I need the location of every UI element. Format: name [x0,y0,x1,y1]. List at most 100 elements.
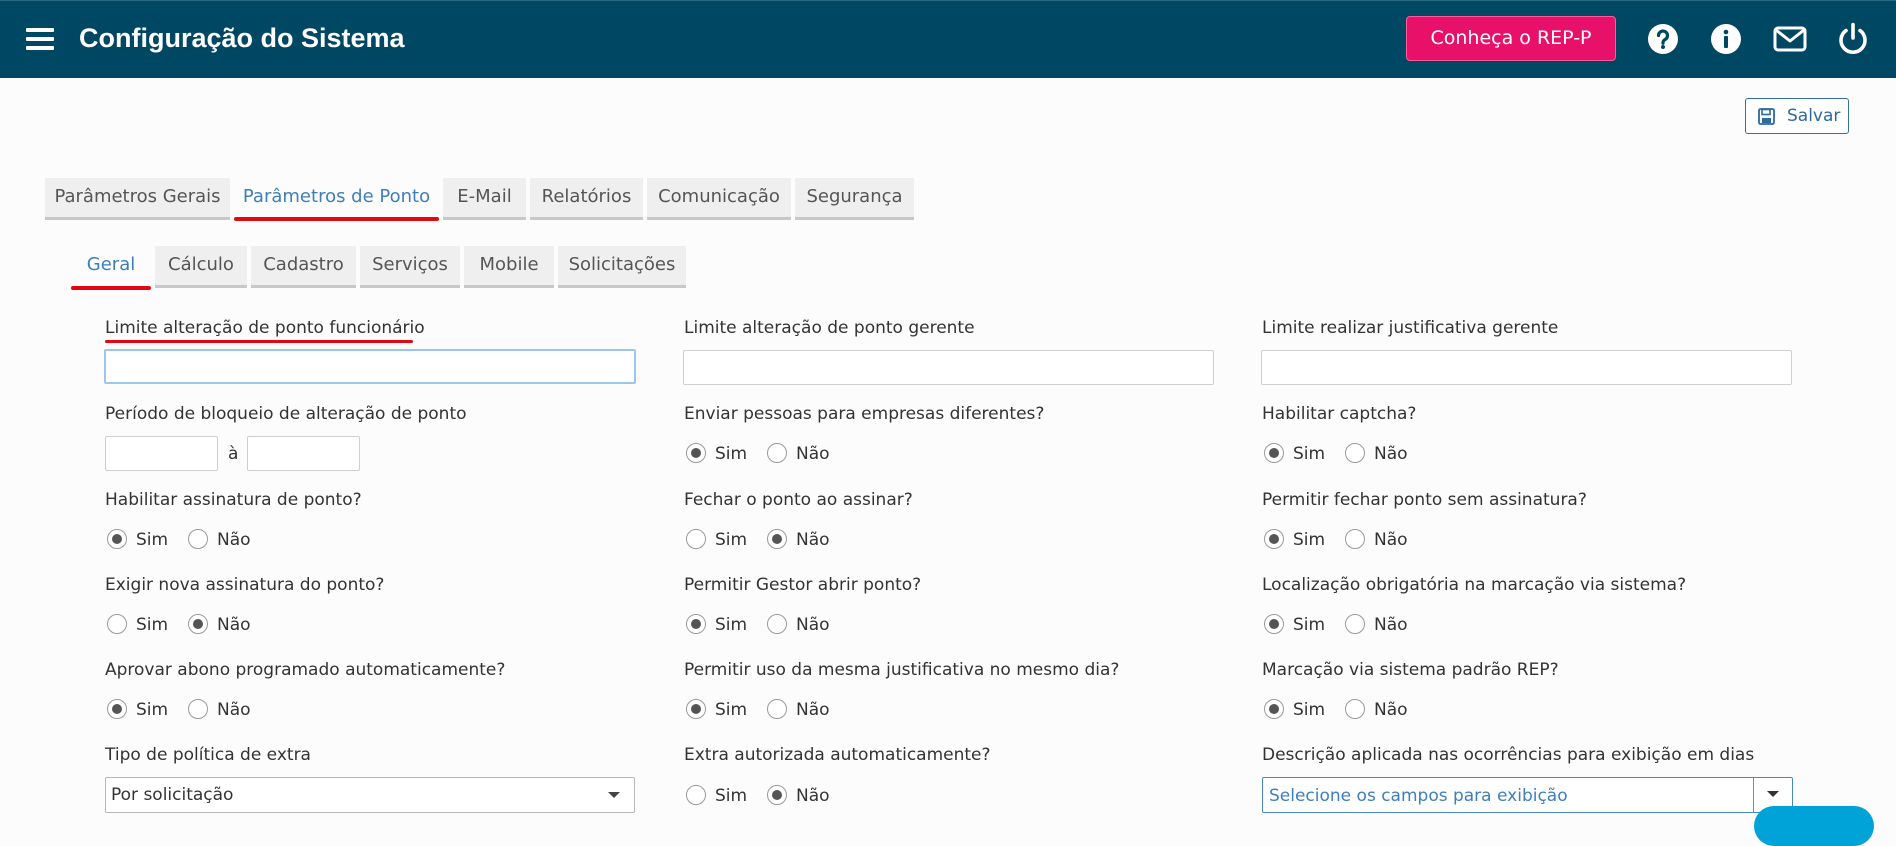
radio-label[interactable]: Não [1374,530,1408,550]
mail-icon[interactable] [1772,21,1808,57]
captcha-sim-radio[interactable] [1264,443,1284,463]
tab-parametros-gerais[interactable]: Parâmetros Gerais [45,178,230,220]
radio-label[interactable]: Sim [136,700,168,720]
radio-label[interactable]: Sim [136,615,168,635]
radio-label[interactable]: Não [796,786,830,806]
radio-label[interactable]: Sim [1293,615,1325,635]
radio-label[interactable]: Não [1374,615,1408,635]
radio-label[interactable]: Não [796,444,830,464]
radio-label[interactable]: Não [796,530,830,550]
fechar-assinar-nao-radio[interactable] [767,529,787,549]
mesma-justificativa-sim-radio[interactable] [686,699,706,719]
help-icon[interactable] [1645,21,1681,57]
limite-justificativa-gerente-input[interactable] [1261,350,1792,385]
tab-relatorios[interactable]: Relatórios [530,178,643,220]
chevron-down-icon [608,792,620,798]
select-value: Por solicitação [111,785,234,805]
field-label: Limite alteração de ponto gerente [684,318,975,338]
captcha-nao-radio[interactable] [1345,443,1365,463]
assinatura-nao-radio[interactable] [188,529,208,549]
radio-label[interactable]: Não [796,615,830,635]
limite-alteracao-gerente-input[interactable] [683,350,1214,385]
limite-alteracao-funcionario-input[interactable] [104,349,636,384]
radio-label[interactable]: Sim [715,786,747,806]
aprovar-abono-sim-radio[interactable] [107,699,127,719]
periodo-bloqueio-fim-input[interactable] [247,436,360,471]
fechar-sem-assinatura-nao-radio[interactable] [1345,529,1365,549]
radio-label[interactable]: Sim [1293,530,1325,550]
subtab-geral[interactable]: Geral [71,246,151,288]
radio-label[interactable]: Não [217,615,251,635]
localizacao-sim-radio[interactable] [1264,614,1284,634]
radio-label[interactable]: Sim [1293,444,1325,464]
assinatura-sim-radio[interactable] [107,529,127,549]
menu-icon[interactable] [26,28,54,50]
campos-exibicao-select[interactable]: Selecione os campos para exibição [1262,777,1793,813]
info-icon[interactable] [1708,21,1744,57]
field-label: Marcação via sistema padrão REP? [1262,660,1559,680]
field-label: Enviar pessoas para empresas diferentes? [684,404,1045,424]
fechar-sem-assinatura-sim-radio[interactable] [1264,529,1284,549]
marcacao-rep-sim-radio[interactable] [1264,699,1284,719]
radio-label[interactable]: Não [217,530,251,550]
field-label: Habilitar captcha? [1262,404,1417,424]
radio-label[interactable]: Não [1374,700,1408,720]
field-label: Período de bloqueio de alteração de pont… [105,404,467,424]
subtab-cadastro[interactable]: Cadastro [251,246,356,288]
tipo-politica-extra-select[interactable]: Por solicitação [105,777,635,813]
gestor-abrir-nao-radio[interactable] [767,614,787,634]
extra-autorizada-sim-radio[interactable] [686,785,706,805]
tab-comunicacao[interactable]: Comunicação [647,178,791,220]
floppy-disk-icon [1758,108,1775,125]
localizacao-nao-radio[interactable] [1345,614,1365,634]
tab-parametros-de-ponto[interactable]: Parâmetros de Ponto [234,178,439,220]
save-button[interactable]: Salvar [1745,98,1849,134]
select-placeholder: Selecione os campos para exibição [1269,786,1568,806]
subtab-calculo[interactable]: Cálculo [155,246,247,288]
floating-action-button[interactable] [1754,806,1874,846]
subtab-solicitacoes[interactable]: Solicitações [558,246,686,288]
field-label: Descrição aplicada nas ocorrências para … [1262,745,1755,765]
field-label: Tipo de política de extra [105,745,311,765]
aprovar-abono-nao-radio[interactable] [188,699,208,719]
power-icon[interactable] [1835,21,1871,57]
field-label: Aprovar abono programado automaticamente… [105,660,506,680]
radio-label[interactable]: Sim [715,700,747,720]
tab-seguranca[interactable]: Segurança [795,178,914,220]
rep-p-button[interactable]: Conheça o REP-P [1406,16,1616,61]
field-label: Exigir nova assinatura do ponto? [105,575,385,595]
enviar-pessoas-sim-radio[interactable] [686,443,706,463]
radio-label[interactable]: Não [217,700,251,720]
subtab-servicos[interactable]: Serviços [360,246,460,288]
field-label: Habilitar assinatura de ponto? [105,490,362,510]
nova-assinatura-nao-radio[interactable] [188,614,208,634]
highlight-underline [105,340,413,343]
mesma-justificativa-nao-radio[interactable] [767,699,787,719]
periodo-bloqueio-inicio-input[interactable] [105,436,218,471]
radio-label[interactable]: Sim [715,530,747,550]
field-label: Localização obrigatória na marcação via … [1262,575,1687,595]
highlight-underline [234,217,439,221]
field-label: Limite realizar justificativa gerente [1262,318,1559,338]
field-label: Permitir uso da mesma justificativa no m… [684,660,1120,680]
fechar-assinar-sim-radio[interactable] [686,529,706,549]
tab-email[interactable]: E-Mail [443,178,526,220]
radio-label[interactable]: Sim [715,615,747,635]
nova-assinatura-sim-radio[interactable] [107,614,127,634]
field-label: Fechar o ponto ao assinar? [684,490,913,510]
field-label: Permitir Gestor abrir ponto? [684,575,922,595]
radio-label[interactable]: Não [796,700,830,720]
radio-label[interactable]: Sim [715,444,747,464]
radio-label[interactable]: Sim [136,530,168,550]
marcacao-rep-nao-radio[interactable] [1345,699,1365,719]
range-separator: à [228,444,239,464]
enviar-pessoas-nao-radio[interactable] [767,443,787,463]
extra-autorizada-nao-radio[interactable] [767,785,787,805]
radio-label[interactable]: Sim [1293,700,1325,720]
radio-label[interactable]: Não [1374,444,1408,464]
gestor-abrir-sim-radio[interactable] [686,614,706,634]
save-button-label: Salvar [1787,106,1841,126]
highlight-underline [71,286,151,290]
subtab-mobile[interactable]: Mobile [464,246,554,288]
top-bar: Configuração do Sistema Conheça o REP-P [0,0,1896,78]
